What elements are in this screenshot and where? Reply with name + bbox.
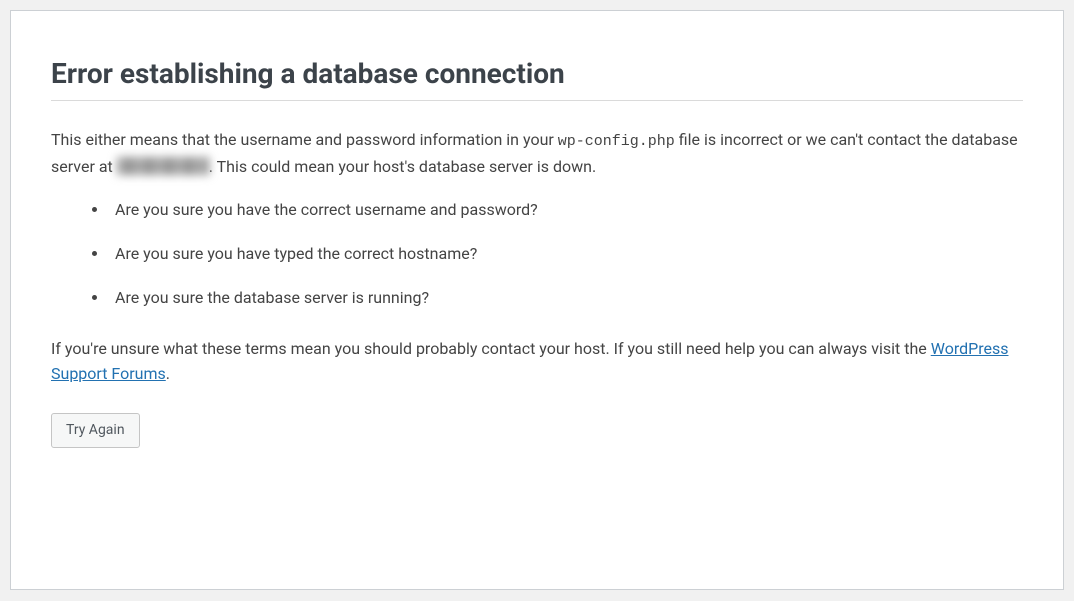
config-file-code: wp-config.php [558,133,675,150]
try-again-button[interactable]: Try Again [51,413,140,448]
list-item: Are you sure the database server is runn… [109,286,1023,310]
help-paragraph: If you're unsure what these terms mean y… [51,336,1023,387]
error-card: Error establishing a database connection… [10,10,1064,590]
list-item: Are you sure you have the correct userna… [109,198,1023,222]
page-title: Error establishing a database connection [51,57,1023,101]
help-text-post: . [166,364,170,383]
error-description-text-1: This either means that the username and … [51,130,558,149]
help-text-pre: If you're unsure what these terms mean y… [51,339,931,358]
db-host-redacted [117,157,209,175]
error-description-text-3: . This could mean your host's database s… [209,157,596,176]
troubleshoot-list: Are you sure you have the correct userna… [51,198,1023,310]
list-item: Are you sure you have typed the correct … [109,242,1023,266]
error-description: This either means that the username and … [51,127,1023,180]
